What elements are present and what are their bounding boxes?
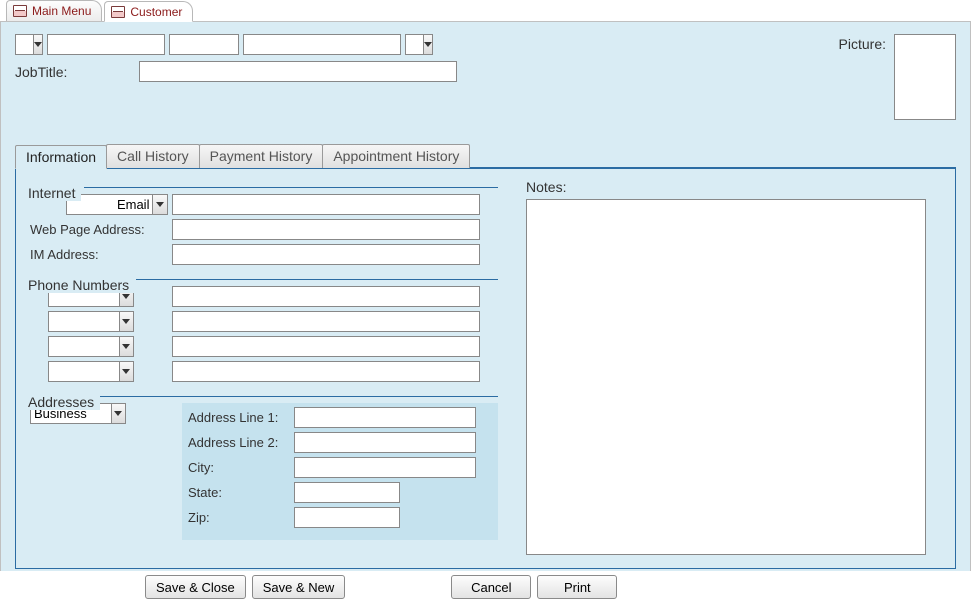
chevron-down-icon[interactable]: [119, 312, 133, 331]
address-line1-input[interactable]: [294, 407, 476, 428]
tab-call-history[interactable]: Call History: [106, 144, 200, 168]
chevron-down-icon[interactable]: [152, 195, 167, 214]
chevron-down-icon[interactable]: [119, 337, 133, 356]
phone-value-input[interactable]: [172, 286, 480, 307]
suffix-combo[interactable]: [405, 34, 433, 55]
chevron-down-icon[interactable]: [119, 362, 133, 381]
picture-frame[interactable]: [894, 34, 956, 120]
chevron-down-icon[interactable]: [423, 35, 432, 54]
doc-tab-label: Customer: [130, 5, 182, 19]
prefix-input[interactable]: [16, 35, 33, 54]
im-address-input[interactable]: [172, 244, 480, 265]
im-address-label: IM Address:: [28, 247, 168, 262]
address-line2-label: Address Line 2:: [188, 435, 294, 450]
doc-tab-label: Main Menu: [32, 4, 91, 18]
doc-tab-main-menu[interactable]: Main Menu: [6, 0, 102, 21]
last-name-input[interactable]: [243, 34, 401, 55]
name-row: [15, 34, 457, 55]
zip-label: Zip:: [188, 510, 294, 525]
job-title-label: JobTitle:: [15, 64, 67, 80]
phone-type-combo[interactable]: [48, 336, 134, 357]
document-tab-strip: Main Menu Customer: [0, 0, 971, 22]
save-close-button[interactable]: Save & Close: [145, 575, 246, 599]
save-new-button[interactable]: Save & New: [252, 575, 346, 599]
phone-type-input[interactable]: [49, 337, 119, 356]
phone-type-input[interactable]: [49, 312, 119, 331]
form-icon: [13, 5, 27, 17]
phone-type-combo[interactable]: [48, 361, 134, 382]
address-line1-label: Address Line 1:: [188, 410, 294, 425]
doc-tab-customer[interactable]: Customer: [104, 1, 193, 22]
middle-name-input[interactable]: [169, 34, 239, 55]
web-address-input[interactable]: [172, 219, 480, 240]
detail-tab-control: Information Call History Payment History…: [15, 144, 956, 569]
state-input[interactable]: [294, 482, 400, 503]
tab-payment-history[interactable]: Payment History: [199, 144, 324, 168]
tab-appointment-history[interactable]: Appointment History: [322, 144, 470, 168]
cancel-button[interactable]: Cancel: [451, 575, 531, 599]
email-input[interactable]: [172, 194, 480, 215]
phone-value-input[interactable]: [172, 336, 480, 357]
picture-label: Picture:: [839, 36, 886, 52]
form-icon: [111, 6, 125, 18]
internet-legend: Internet: [28, 185, 81, 201]
first-name-input[interactable]: [47, 34, 165, 55]
suffix-input[interactable]: [406, 35, 423, 54]
button-row: Save & Close Save & New Cancel Print: [15, 575, 956, 599]
address-panel: Address Line 1: Address Line 2: City: St…: [182, 403, 498, 540]
chevron-down-icon[interactable]: [33, 35, 42, 54]
state-label: State:: [188, 485, 294, 500]
phone-value-input[interactable]: [172, 361, 480, 382]
chevron-down-icon[interactable]: [111, 404, 125, 423]
address-legend: Addresses: [28, 394, 100, 410]
print-button[interactable]: Print: [537, 575, 617, 599]
tab-information[interactable]: Information: [15, 145, 107, 169]
phone-type-input[interactable]: [49, 362, 119, 381]
prefix-combo[interactable]: [15, 34, 43, 55]
notes-label: Notes:: [526, 179, 926, 195]
job-title-input[interactable]: [139, 61, 457, 82]
customer-form: JobTitle: Picture: Information Call Hist…: [0, 22, 971, 571]
address-line2-input[interactable]: [294, 432, 476, 453]
notes-textarea[interactable]: [526, 199, 926, 555]
web-address-label: Web Page Address:: [28, 222, 168, 237]
notes-block: Notes:: [526, 179, 926, 558]
phone-legend: Phone Numbers: [28, 277, 135, 293]
city-input[interactable]: [294, 457, 476, 478]
phone-type-combo[interactable]: [48, 311, 134, 332]
zip-input[interactable]: [294, 507, 400, 528]
phone-value-input[interactable]: [172, 311, 480, 332]
city-label: City:: [188, 460, 294, 475]
